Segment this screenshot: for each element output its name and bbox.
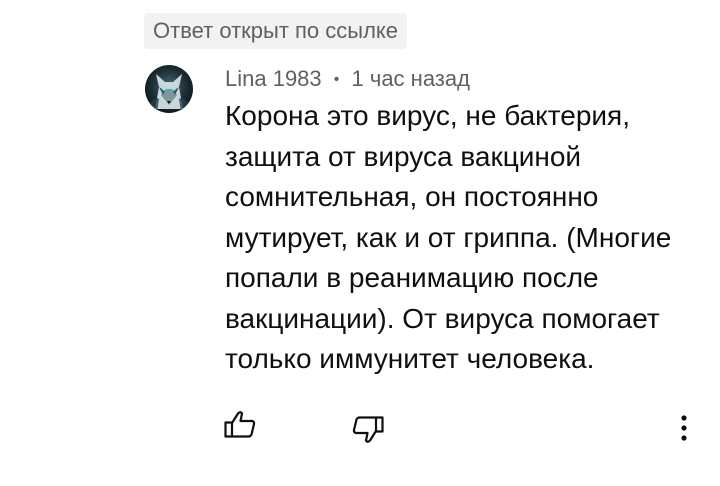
comment-text: Корона это вирус, не бактерия, защита от… bbox=[225, 100, 672, 374]
comment-author[interactable]: Lina 1983 bbox=[225, 66, 322, 91]
thumbs-down-icon bbox=[352, 416, 384, 443]
like-button[interactable] bbox=[220, 404, 260, 444]
comment-meta: Lina 1983 • 1 час назад bbox=[225, 64, 470, 94]
wolf-avatar-icon bbox=[145, 65, 193, 113]
more-vertical-icon bbox=[681, 415, 687, 441]
thumbs-up-icon bbox=[224, 411, 256, 438]
comment-timestamp[interactable]: 1 час назад bbox=[352, 66, 470, 91]
avatar[interactable] bbox=[145, 65, 193, 113]
linked-comment-chip: Ответ открыт по ссылке bbox=[144, 13, 408, 49]
meta-separator: • bbox=[333, 71, 340, 88]
linked-comment-chip-label: Ответ открыт по ссылке bbox=[153, 18, 399, 43]
more-options-button[interactable] bbox=[664, 408, 704, 448]
dislike-button[interactable] bbox=[348, 410, 388, 450]
